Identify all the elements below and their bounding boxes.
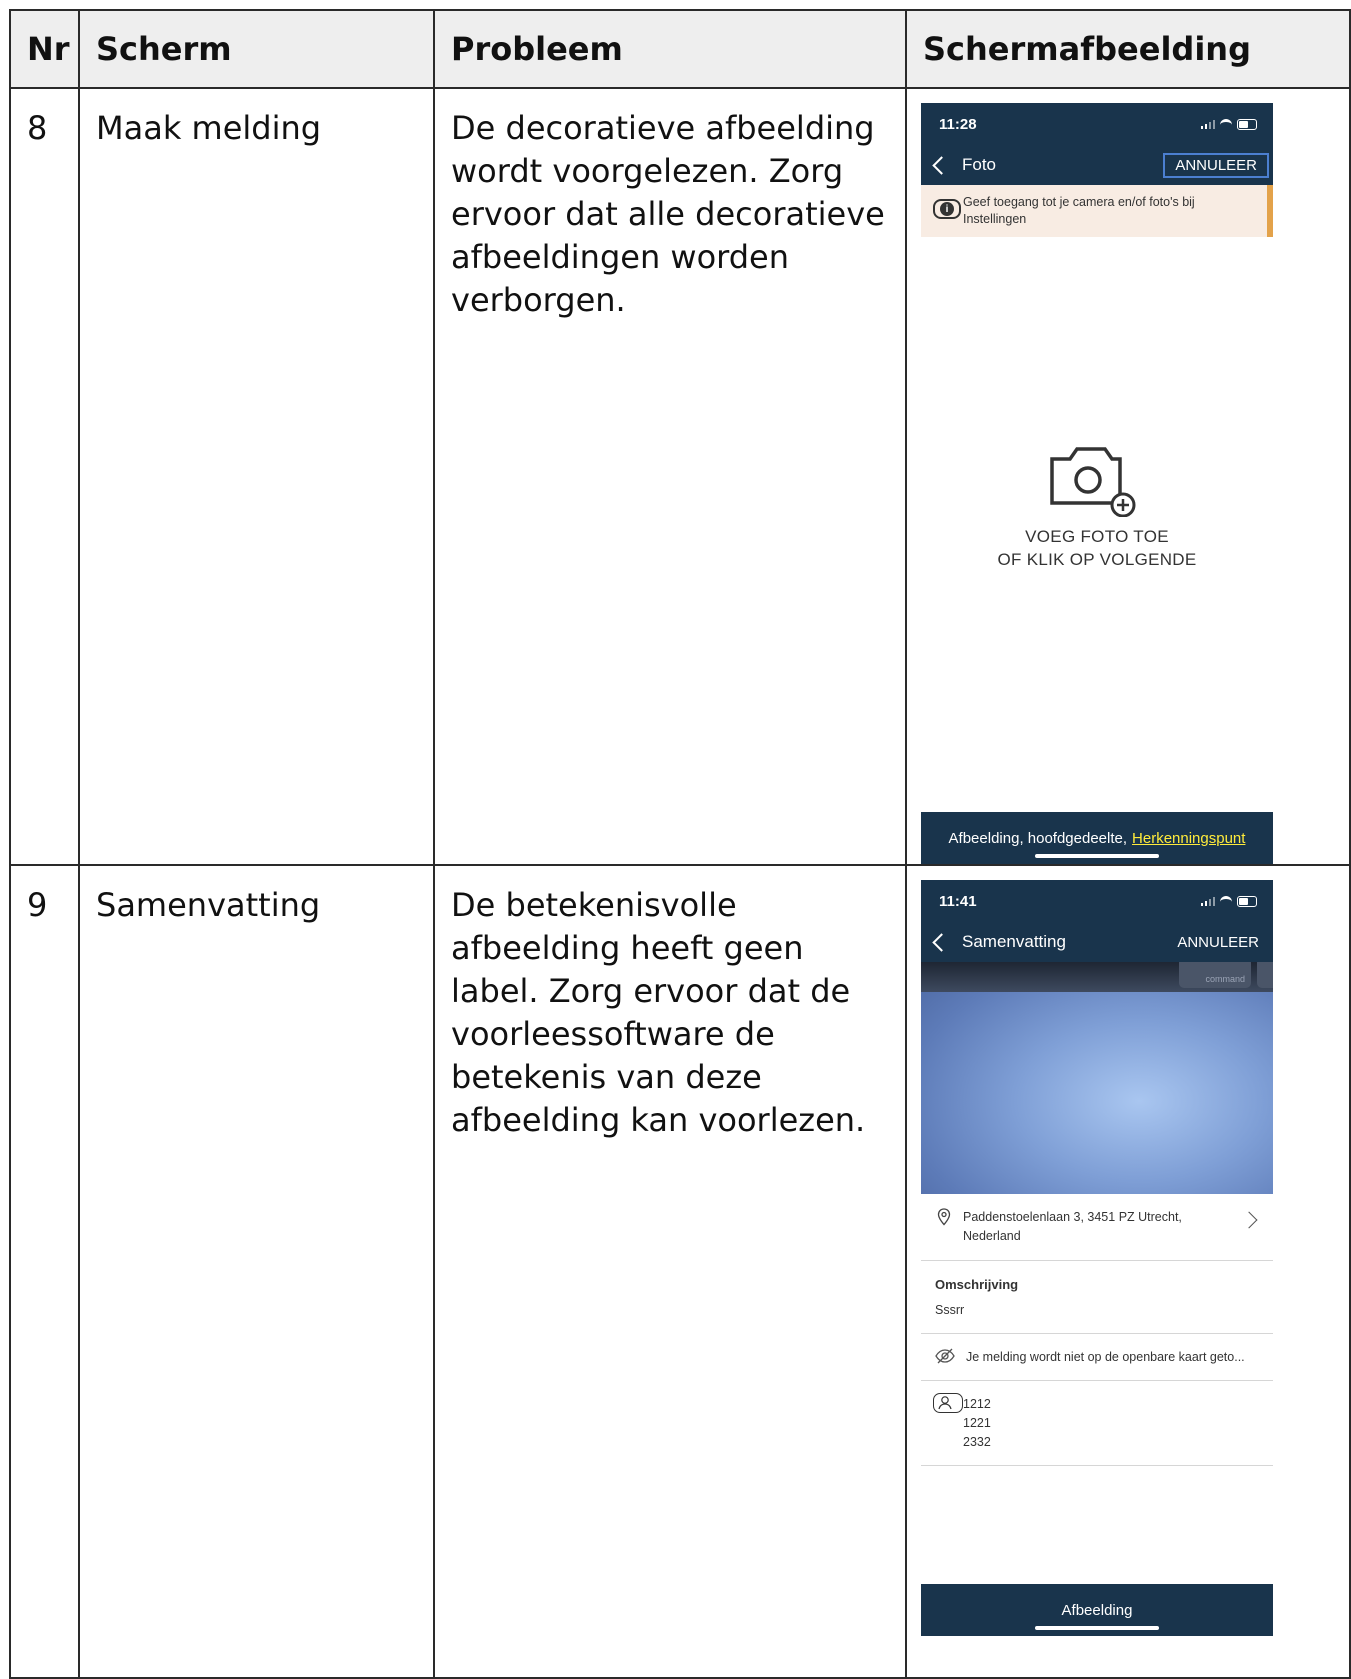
visibility-text: Je melding wordt niet op de openbare kaa… [966,1350,1245,1364]
row-number: 9 [9,864,80,1679]
add-photo-line2: OF KLIK OP VOLGENDE [997,550,1197,569]
row-screen-name: Maak melding [78,87,435,866]
status-icons [1201,118,1257,130]
keyboard-key: command [1179,962,1251,988]
row-screenshot: 11:41 Samenvatting ANNULEER command Padd… [905,864,1351,1679]
permission-notice: i Geef toegang tot je camera en/of foto'… [921,185,1273,237]
report-photo: command [921,962,1273,1194]
location-pin-icon [937,1208,951,1229]
wifi-icon [1220,895,1232,907]
description-label: Omschrijving [935,1277,1019,1292]
table-row: 9 Samenvatting De betekenisvolle afbeeld… [9,864,1351,1679]
home-indicator [1035,854,1159,858]
status-bar: 11:28 [921,103,1273,145]
status-time: 11:41 [939,892,977,910]
status-bar: 11:41 [921,880,1273,922]
visibility-row: Je melding wordt niet op de openbare kaa… [921,1334,1273,1381]
add-photo-label: VOEG FOTO TOE OF KLIK OP VOLGENDE [921,525,1273,571]
nav-title: Foto [962,155,997,174]
contact-line: 2332 [963,1435,991,1449]
phone-screenshot-foto: 11:28 Foto ANNULEER i Geef toegang tot j… [921,103,1273,864]
phone-screenshot-samenvatting: 11:41 Samenvatting ANNULEER command Padd… [921,880,1273,1636]
eye-off-icon [935,1348,955,1367]
status-icons [1201,895,1257,907]
signal-icon [1201,896,1215,906]
back-button[interactable]: Samenvatting [932,932,1066,952]
add-photo-line1: VOEG FOTO TOE [1025,527,1169,546]
nav-bar: Foto ANNULEER [921,145,1273,185]
voiceover-caption: Afbeelding, hoofdgedeelte, Herkenningspu… [921,812,1273,864]
voiceover-text: Afbeelding [1061,1601,1133,1619]
battery-icon [1237,895,1257,907]
address-line1: Paddenstoelenlaan 3, 3451 PZ Utrecht, [963,1210,1182,1224]
battery-icon [1237,118,1257,130]
signal-icon [1201,119,1215,129]
description-row: Omschrijving Sssrr [921,1261,1273,1334]
contact-line: 1212 [963,1397,991,1411]
row-problem: De betekenisvolle afbeelding heeft geen … [433,864,907,1679]
chevron-left-icon [932,932,951,952]
header-schermafbeelding: Schermafbeelding [905,9,1351,89]
voiceover-highlight: Herkenningspunt [1132,829,1246,847]
status-time: 11:28 [939,115,977,133]
info-icon: i [933,199,961,219]
nav-title: Samenvatting [962,932,1066,951]
contact-line: 1221 [963,1416,991,1430]
row-screenshot: 11:28 Foto ANNULEER i Geef toegang tot j… [905,87,1351,866]
header-scherm: Scherm [78,9,435,89]
person-icon [933,1393,963,1413]
chevron-left-icon [932,155,951,175]
add-photo-area[interactable]: VOEG FOTO TOE OF KLIK OP VOLGENDE [921,237,1273,812]
address-text: Paddenstoelenlaan 3, 3451 PZ Utrecht, Ne… [963,1208,1193,1246]
cancel-button[interactable]: ANNULEER [1163,152,1269,178]
header-nr: Nr [9,9,80,89]
nav-bar: Samenvatting ANNULEER [921,922,1273,962]
camera-add-icon [1048,437,1138,518]
keyboard-key [1257,962,1273,988]
voiceover-prefix: Afbeelding, hoofdgedeelte, [948,829,1128,847]
row-number: 8 [9,87,80,866]
description-value: Sssrr [935,1303,965,1317]
home-indicator [1035,1626,1159,1630]
table-row: 8 Maak melding De decoratieve afbeelding… [9,87,1351,866]
notice-text: Geef toegang tot je camera en/of foto's … [963,195,1195,226]
voiceover-caption: Afbeelding [921,1584,1273,1636]
header-row: Nr Scherm Probleem Schermafbeelding [9,9,1351,89]
row-screen-name: Samenvatting [78,864,435,1679]
row-problem: De decoratieve afbeelding wordt voorgele… [433,87,907,866]
contact-row: 1212 1221 2332 [921,1381,1273,1466]
address-row[interactable]: Paddenstoelenlaan 3, 3451 PZ Utrecht, Ne… [921,1194,1273,1261]
address-line2: Nederland [963,1229,1021,1243]
chevron-right-icon [1240,1211,1258,1229]
back-button[interactable]: Foto [932,155,997,175]
contact-details: 1212 1221 2332 [963,1395,991,1452]
cancel-button[interactable]: ANNULEER [1167,932,1269,953]
wifi-icon [1220,118,1232,130]
header-probleem: Probleem [433,9,907,89]
issues-table: Nr Scherm Probleem Schermafbeelding 8 Ma… [9,9,1351,1679]
